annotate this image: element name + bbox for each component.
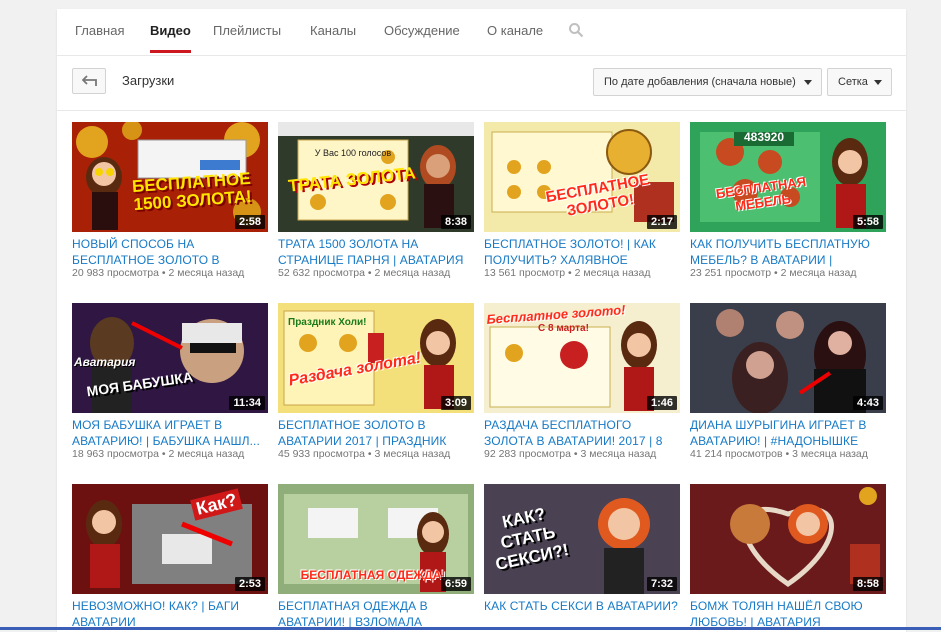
back-arrow-icon: [82, 75, 97, 86]
view-dropdown[interactable]: Сетка: [827, 68, 892, 96]
video-duration: 8:58: [852, 577, 883, 591]
thumbnail-note: У Вас 100 голосов: [314, 148, 392, 158]
video-duration: 5:58: [852, 215, 883, 229]
video-age: 2 месяца назад: [780, 267, 857, 279]
tab-home[interactable]: Главная: [75, 9, 124, 53]
video-title-link[interactable]: ТРАТА 1500 ЗОЛОТА НА СТРАНИЦЕ ПАРНЯ | АВ…: [278, 236, 476, 268]
video-thumbnail[interactable]: Аватария МОЯ БАБУШКА 11:34: [72, 303, 268, 413]
thumbnail-brand: Аватария: [74, 355, 136, 369]
video-duration: 3:09: [440, 396, 471, 410]
view-dropdown-label: Сетка: [838, 76, 868, 88]
sort-dropdown-label: По дате добавления (сначала новые): [604, 76, 796, 88]
video-meta: 52 632 просмотра • 2 месяца назад: [278, 267, 451, 279]
video-card: КАК? СТАТЬ СЕКСИ?! 7:32 КАК СТАТЬ СЕКСИ …: [484, 484, 680, 632]
video-card: У Вас 100 голосов ТРАТА ЗОЛОТА 8:38 ТРАТ…: [278, 122, 474, 292]
video-title-link[interactable]: НОВЫЙ СПОСОБ НА БЕСПЛАТНОЕ ЗОЛОТО В: [72, 236, 270, 268]
video-card: БЕСПЛАТНОЕ ЗОЛОТО! 2:17 БЕСПЛАТНОЕ ЗОЛОТ…: [484, 122, 680, 292]
video-title-link[interactable]: БЕСПЛАТНОЕ ЗОЛОТО! | КАК ПОЛУЧИТЬ? ХАЛЯВ…: [484, 236, 682, 268]
video-duration: 2:58: [234, 215, 265, 229]
window-bottom-border: [0, 627, 941, 630]
video-views: 18 963 просмотра: [72, 448, 159, 460]
video-duration: 2:53: [234, 577, 265, 591]
video-title-link[interactable]: КАК ПОЛУЧИТЬ БЕСПЛАТНУЮ МЕБЕЛЬ? В АВАТАР…: [690, 236, 888, 268]
video-views: 41 214 просмотров: [690, 448, 783, 460]
thumbnail-caption: БЕСПЛАТНАЯ ОДЕЖДА!: [300, 568, 446, 582]
video-duration: 8:38: [440, 215, 471, 229]
video-age: 3 месяца назад: [792, 448, 868, 460]
video-card: 8:58 БОМЖ ТОЛЯН НАШЁЛ СВОЮ ЛЮБОВЬ! | АВА…: [690, 484, 886, 632]
video-title-link[interactable]: БЕСПЛАТНОЕ ЗОЛОТО В АВАТАРИИ 2017 | ПРАЗ…: [278, 417, 476, 449]
video-views: 92 283 просмотра: [484, 448, 571, 460]
video-age: 3 месяца назад: [374, 448, 451, 460]
video-title-link[interactable]: РАЗДАЧА БЕСПЛАТНОГО ЗОЛОТА В АВАТАРИИ! 2…: [484, 417, 682, 449]
video-duration: 4:43: [852, 396, 883, 410]
video-age: 3 месяца назад: [580, 448, 657, 460]
tab-channels[interactable]: Каналы: [310, 9, 356, 53]
video-card: Аватария МОЯ БАБУШКА 11:34 МОЯ БАБУШКА И…: [72, 303, 268, 473]
video-thumbnail[interactable]: 4:43: [690, 303, 886, 413]
video-meta: 45 933 просмотра • 3 месяца назад: [278, 448, 451, 460]
video-title-link[interactable]: МОЯ БАБУШКА ИГРАЕТ В АВАТАРИЮ! | БАБУШКА…: [72, 417, 270, 449]
video-title-link[interactable]: НЕВОЗМОЖНО! КАК? | БАГИ АВАТАРИИ: [72, 598, 270, 630]
chevron-down-icon: [804, 80, 812, 85]
video-meta: 13 561 просмотр • 2 месяца назад: [484, 267, 651, 279]
video-duration: 7:32: [646, 577, 677, 591]
thumbnail-date: С 8 марта!: [538, 323, 589, 334]
video-age: 2 месяца назад: [168, 448, 245, 460]
video-title-link[interactable]: БОМЖ ТОЛЯН НАШЁЛ СВОЮ ЛЮБОВЬ! | АВАТАРИЯ: [690, 598, 888, 630]
tab-playlists[interactable]: Плейлисты: [213, 9, 281, 53]
video-age: 2 месяца назад: [574, 267, 651, 279]
video-card: Праздник Холи! Раздача золота! 3:09 БЕСП…: [278, 303, 474, 473]
video-views: 45 933 просмотра: [278, 448, 365, 460]
uploads-toolbar: Загрузки По дате добавления (сначала нов…: [57, 56, 906, 111]
tab-about[interactable]: О канале: [487, 9, 543, 53]
video-views: 52 632 просмотра: [278, 267, 365, 279]
video-title-link[interactable]: ДИАНА ШУРЫГИНА ИГРАЕТ В АВАТАРИЮ! | #НАД…: [690, 417, 888, 449]
sort-dropdown[interactable]: По дате добавления (сначала новые): [593, 68, 822, 96]
search-icon[interactable]: [568, 22, 586, 40]
video-meta: 18 963 просмотра • 2 месяца назад: [72, 448, 245, 460]
video-meta: 23 251 просмотр • 2 месяца назад: [690, 267, 857, 279]
video-thumbnail[interactable]: 8:58: [690, 484, 886, 594]
chevron-down-icon: [874, 80, 882, 85]
video-meta: 20 983 просмотра • 2 месяца назад: [72, 267, 245, 279]
video-thumbnail[interactable]: КАК? СТАТЬ СЕКСИ?! 7:32: [484, 484, 680, 594]
video-views: 23 251 просмотр: [690, 267, 772, 279]
video-thumbnail[interactable]: Как? 2:53: [72, 484, 268, 594]
video-duration: 6:59: [440, 577, 471, 591]
tab-discussion[interactable]: Обсуждение: [384, 9, 460, 53]
channel-panel: Главная Видео Плейлисты Каналы Обсуждени…: [57, 9, 906, 632]
channel-tabs: Главная Видео Плейлисты Каналы Обсуждени…: [57, 9, 906, 56]
video-thumbnail[interactable]: БЕСПЛАТНАЯ ОДЕЖДА! 6:59: [278, 484, 474, 594]
video-meta: 92 283 просмотра • 3 месяца назад: [484, 448, 657, 460]
video-thumbnail[interactable]: 483920 БЕСПЛАТНАЯ МЕБЕЛЬ 5:58: [690, 122, 886, 232]
section-title: Загрузки: [122, 73, 175, 88]
video-card: 483920 БЕСПЛАТНАЯ МЕБЕЛЬ 5:58 КАК ПОЛУЧИ…: [690, 122, 886, 292]
video-card: Как? 2:53 НЕВОЗМОЖНО! КАК? | БАГИ АВАТАР…: [72, 484, 268, 632]
thumbnail-banner: Праздник Холи!: [288, 317, 367, 328]
video-title-link[interactable]: БЕСПЛАТНАЯ ОДЕЖДА В АВАТАРИИ! | ВЗЛОМАЛА: [278, 598, 476, 630]
video-thumbnail[interactable]: Бесплатное золото! С 8 марта! 1:46: [484, 303, 680, 413]
video-thumbnail[interactable]: БЕСПЛАТНОЕ 1500 ЗОЛОТА! 2:58: [72, 122, 268, 232]
video-card: 4:43 ДИАНА ШУРЫГИНА ИГРАЕТ В АВАТАРИЮ! |…: [690, 303, 886, 473]
video-duration: 2:17: [646, 215, 677, 229]
video-age: 2 месяца назад: [168, 267, 245, 279]
video-thumbnail[interactable]: У Вас 100 голосов ТРАТА ЗОЛОТА 8:38: [278, 122, 474, 232]
video-views: 13 561 просмотр: [484, 267, 566, 279]
video-meta: 41 214 просмотров • 3 месяца назад: [690, 448, 868, 460]
video-age: 2 месяца назад: [374, 267, 451, 279]
video-title-link[interactable]: КАК СТАТЬ СЕКСИ В АВАТАРИИ?: [484, 598, 682, 630]
video-views: 20 983 просмотра: [72, 267, 159, 279]
back-button[interactable]: [72, 68, 106, 94]
video-thumbnail[interactable]: БЕСПЛАТНОЕ ЗОЛОТО! 2:17: [484, 122, 680, 232]
tab-videos[interactable]: Видео: [150, 9, 191, 53]
video-duration: 11:34: [229, 396, 265, 410]
video-card: БЕСПЛАТНАЯ ОДЕЖДА! 6:59 БЕСПЛАТНАЯ ОДЕЖД…: [278, 484, 474, 632]
video-duration: 1:46: [646, 396, 677, 410]
thumbnail-counter: 483920: [743, 130, 785, 144]
video-thumbnail[interactable]: Праздник Холи! Раздача золота! 3:09: [278, 303, 474, 413]
video-card: БЕСПЛАТНОЕ 1500 ЗОЛОТА! 2:58 НОВЫЙ СПОСО…: [72, 122, 268, 292]
video-card: Бесплатное золото! С 8 марта! 1:46 РАЗДА…: [484, 303, 680, 473]
